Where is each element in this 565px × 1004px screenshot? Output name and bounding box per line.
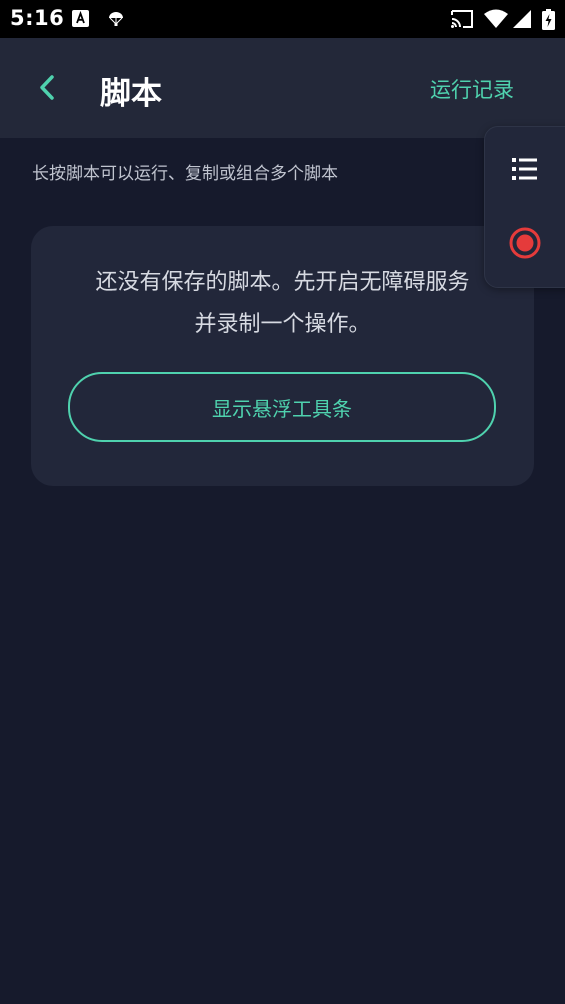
screen: 5:16 脚本 运行记录 长按脚本可以运行、复制或组合多个脚本 还没有保存的脚本…: [0, 0, 565, 1004]
list-icon: [512, 158, 537, 180]
record-button[interactable]: [507, 225, 543, 261]
empty-state-card: 还没有保存的脚本。先开启无障碍服务 并录制一个操作。 显示悬浮工具条: [31, 226, 534, 486]
signal-icon: [512, 9, 532, 33]
show-floating-toolbar-label: 显示悬浮工具条: [212, 396, 352, 421]
parachute-icon: [108, 10, 124, 31]
status-time: 5:16: [10, 6, 65, 30]
hint-text: 长按脚本可以运行、复制或组合多个脚本: [32, 164, 338, 184]
script-list-button[interactable]: [507, 151, 543, 187]
run-history-button[interactable]: 运行记录: [430, 74, 514, 104]
cast-icon: [450, 9, 474, 33]
battery-charging-icon: [542, 9, 555, 34]
show-floating-toolbar-button[interactable]: 显示悬浮工具条: [68, 372, 496, 442]
chevron-left-icon: [40, 75, 54, 100]
app-bar: 脚本 运行记录: [0, 38, 565, 138]
floating-toolbar: [484, 126, 565, 288]
empty-state-message: 还没有保存的脚本。先开启无障碍服务 并录制一个操作。: [95, 270, 470, 337]
text-a-icon: [72, 10, 89, 31]
back-button[interactable]: [28, 66, 72, 110]
page-title: 脚本: [100, 76, 162, 112]
record-icon: [509, 227, 541, 259]
status-bar: 5:16: [0, 0, 565, 38]
wifi-icon: [484, 9, 508, 33]
